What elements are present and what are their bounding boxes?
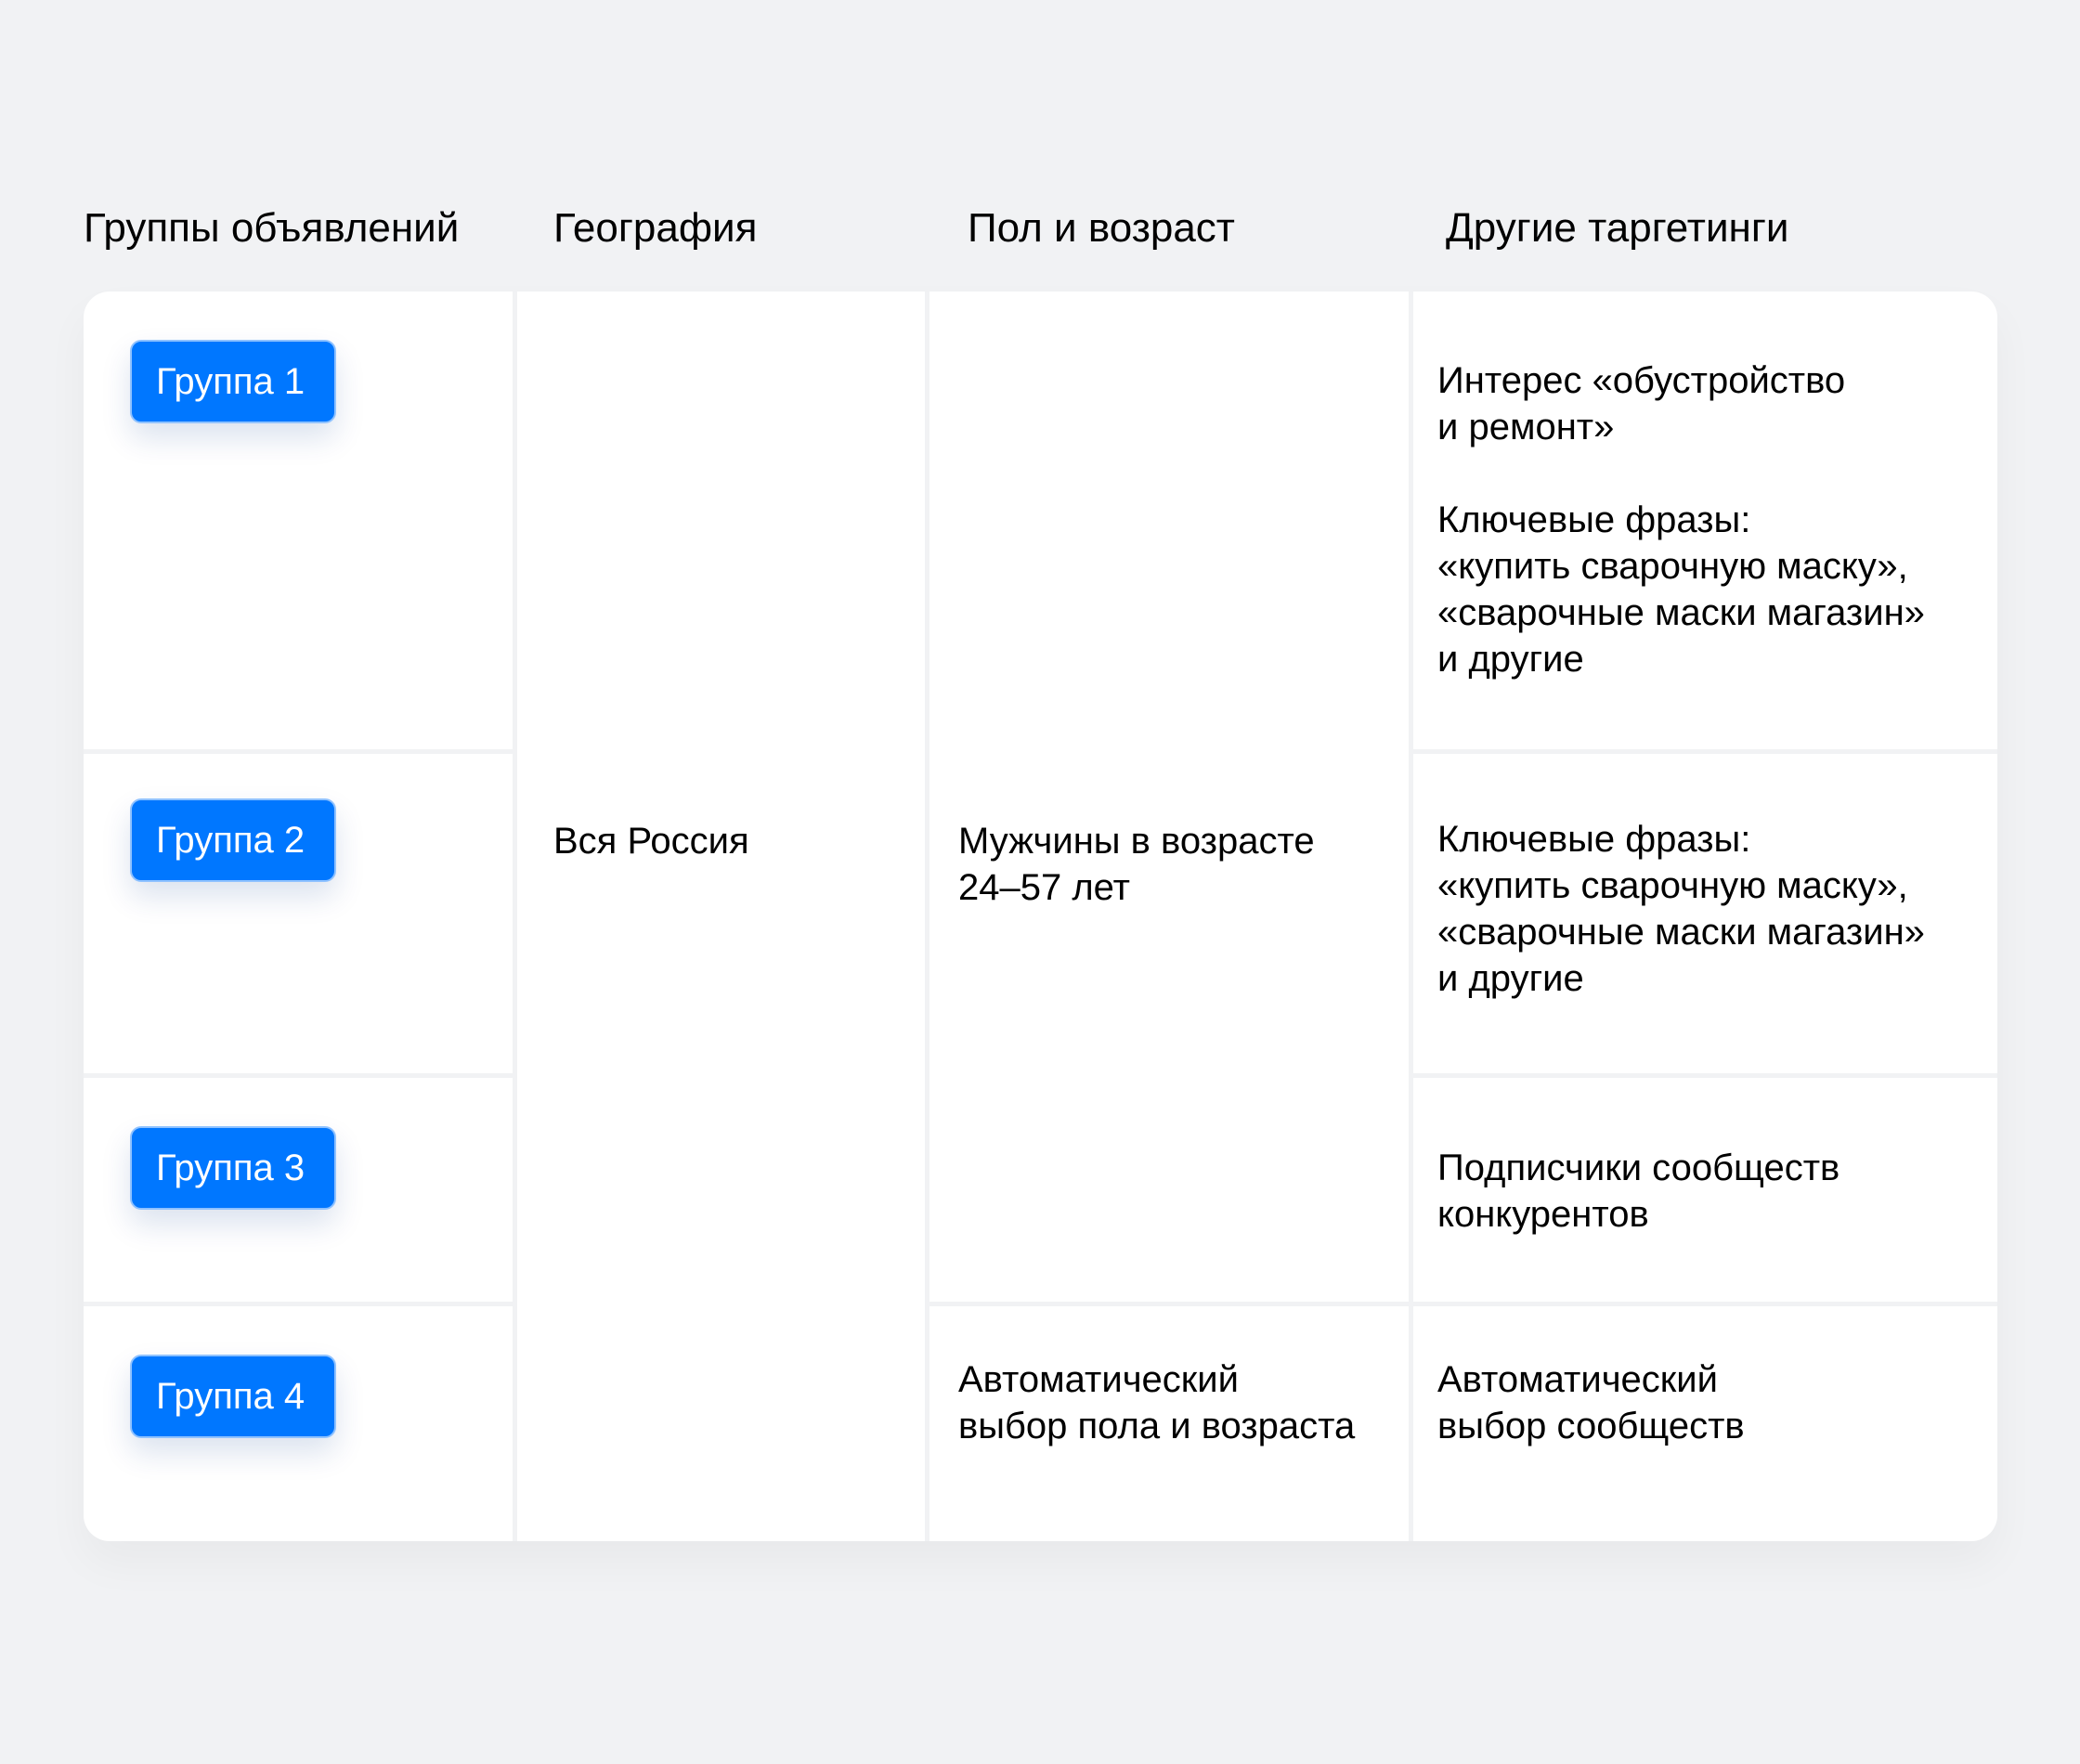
column-header-other-targeting: Другие таргетинги	[1446, 205, 1789, 251]
column-header-gender-age: Пол и возраст	[968, 205, 1235, 251]
auto-communities-value: Автоматический выбор сообществ	[1437, 1359, 1745, 1446]
group-1-cell: Группа 1	[84, 292, 513, 749]
column-header-geography: География	[553, 205, 758, 251]
keywords-value: Ключевые фразы: «купить сварочную маску»…	[1437, 819, 1925, 999]
targeting-table: Группа 1 Группа 2 Группа 3 Группа 4 Вся …	[84, 292, 1997, 1541]
group-1-button[interactable]: Группа 1	[130, 340, 336, 423]
interest-value: Интерес «обустройство и ремонт»	[1437, 360, 1846, 447]
other-targeting-group-3-cell: Подписчики сообществ конкурентов	[1413, 1078, 1997, 1302]
gender-age-value: Мужчины в возрасте 24–57 лет	[958, 821, 1315, 908]
group-3-button[interactable]: Группа 3	[130, 1126, 336, 1210]
geography-value: Вся Россия	[553, 821, 749, 862]
other-targeting-group-2-cell: Ключевые фразы: «купить сварочную маску»…	[1413, 754, 1997, 1073]
subscribers-value: Подписчики сообществ конкурентов	[1437, 1148, 1840, 1235]
group-3-cell: Группа 3	[84, 1078, 513, 1302]
group-2-cell: Группа 2	[84, 754, 513, 1073]
geography-cell: Вся Россия	[517, 292, 925, 1541]
group-4-cell: Группа 4	[84, 1306, 513, 1541]
other-targeting-group-1-cell: Интерес «обустройство и ремонт» Ключевые…	[1413, 292, 1997, 749]
group-2-button[interactable]: Группа 2	[130, 798, 336, 882]
column-header-ad-groups: Группы объявлений	[84, 205, 460, 251]
gender-age-auto-value: Автоматический выбор пола и возраста	[958, 1359, 1356, 1446]
gender-age-cell-group-4: Автоматический выбор пола и возраста	[930, 1306, 1409, 1541]
group-4-button[interactable]: Группа 4	[130, 1355, 336, 1438]
keywords-value: Ключевые фразы: «купить сварочную маску»…	[1437, 499, 1925, 680]
other-targeting-group-4-cell: Автоматический выбор сообществ	[1413, 1306, 1997, 1541]
gender-age-cell-groups-1-3: Мужчины в возрасте 24–57 лет	[930, 292, 1409, 1302]
